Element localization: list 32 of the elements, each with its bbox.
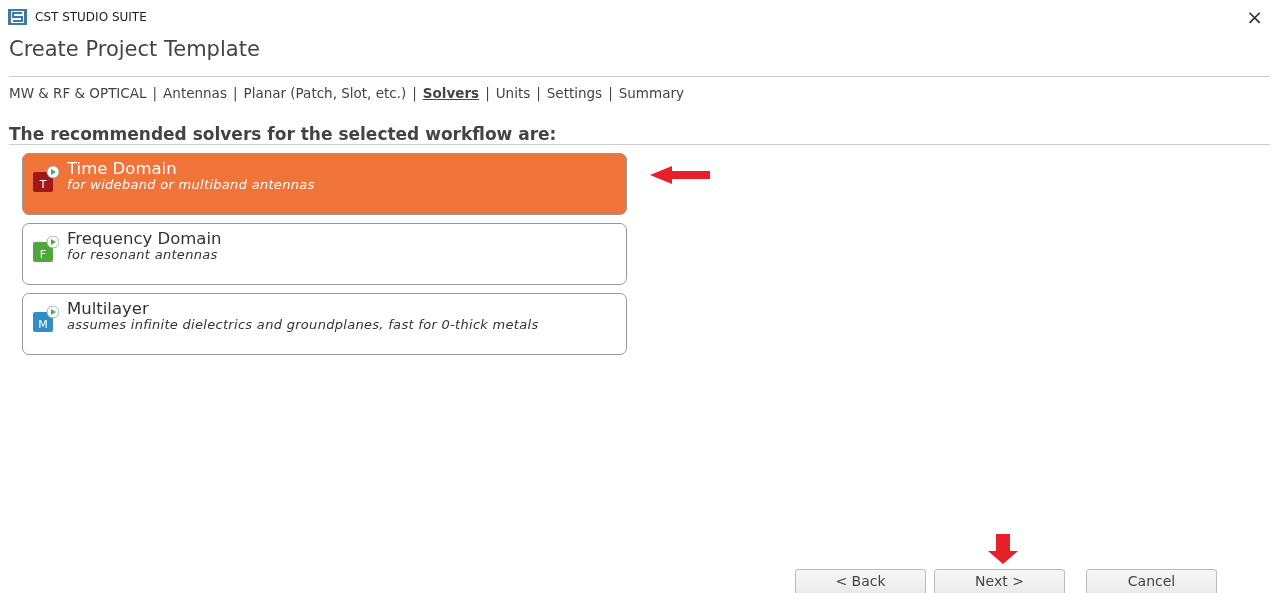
breadcrumb-step[interactable]: Summary xyxy=(618,83,684,104)
breadcrumb-step[interactable]: Solvers xyxy=(422,83,480,104)
close-button[interactable]: × xyxy=(1240,6,1269,27)
next-button[interactable]: Next > xyxy=(934,569,1065,593)
solver-option[interactable]: T Time Domain for wideband or multiband antennas xyxy=(22,153,627,216)
solver-option[interactable]: F Frequency Domain for resonant antennas xyxy=(22,223,627,286)
solver-name: Multilayer xyxy=(67,300,150,318)
solver-option[interactable]: M Multilayer assumes infinite dielectrics and groundplanes, fast for 0-thick metals xyxy=(22,293,627,356)
breadcrumb-separator: | xyxy=(412,84,417,104)
solver-description: for resonant antennas xyxy=(67,247,219,264)
solver-name: Time Domain xyxy=(67,160,178,178)
cancel-button[interactable]: Cancel xyxy=(1086,569,1217,593)
back-button[interactable]: < Back xyxy=(795,569,926,593)
arrow-icon xyxy=(987,534,1018,564)
breadcrumb-step[interactable]: Settings xyxy=(546,83,603,104)
breadcrumb-step[interactable]: Planar (Patch, Slot, etc.) xyxy=(243,83,407,104)
app-logo-icon xyxy=(8,8,27,25)
breadcrumb-step[interactable]: MW & RF & OPTICAL xyxy=(9,83,147,104)
solver-name: Frequency Domain xyxy=(67,230,222,248)
window-title: CST STUDIO SUITE xyxy=(35,8,147,26)
arrow-icon xyxy=(650,166,710,185)
solver-description: for wideband or multiband antennas xyxy=(67,177,315,194)
breadcrumb-separator: | xyxy=(152,84,158,104)
breadcrumb-separator: | xyxy=(608,84,613,104)
page-title: Create Project Template xyxy=(9,37,261,63)
section-heading: The recommended solvers for the selected workflow are: xyxy=(9,125,1270,146)
breadcrumb-separator: | xyxy=(485,84,490,104)
breadcrumb-separator: | xyxy=(232,84,238,104)
breadcrumb-step[interactable]: Antennas xyxy=(163,83,227,104)
breadcrumb-step[interactable]: Units xyxy=(495,83,531,104)
solver-description: assumes infinite dielectrics and groundplanes, fast for 0-thick metals xyxy=(67,317,539,334)
breadcrumb-separator: | xyxy=(536,84,541,104)
